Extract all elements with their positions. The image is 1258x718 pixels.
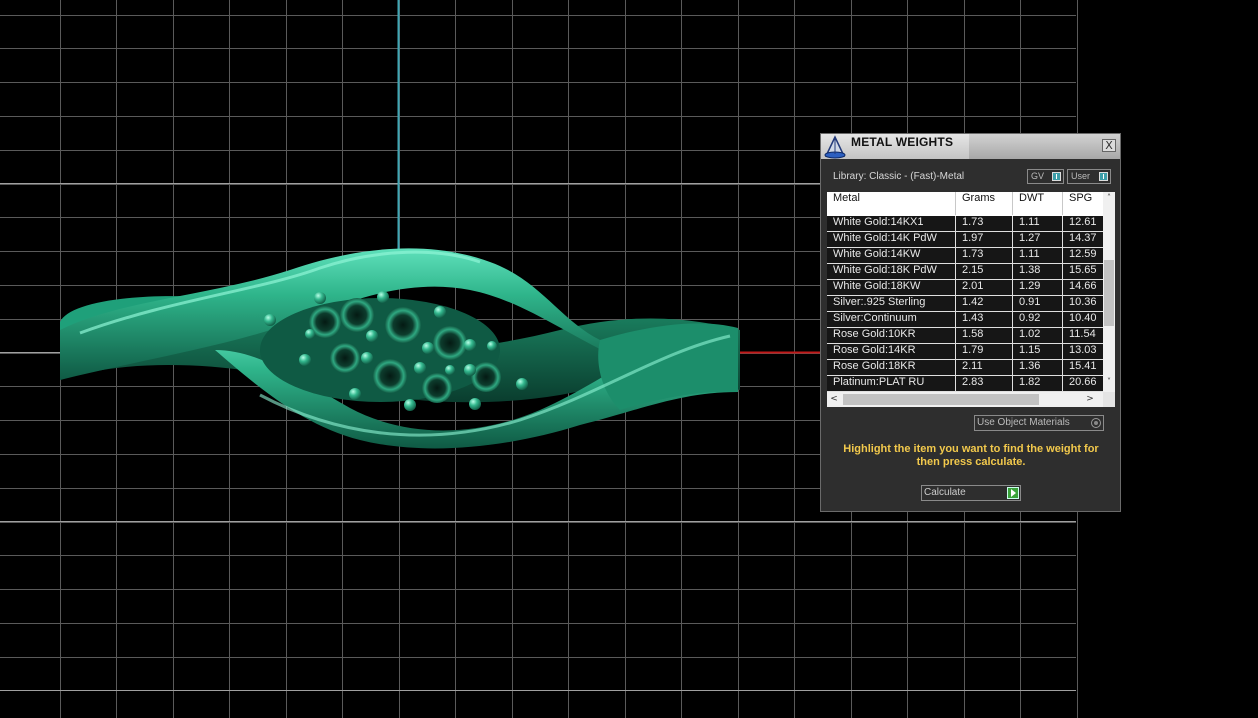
calculate-label: Calculate — [924, 487, 966, 498]
spg-cell: 12.59 — [1069, 248, 1097, 260]
spg-cell: 12.61 — [1069, 216, 1097, 228]
table-row[interactable]: White Gold:14K PdW 1.97 1.27 14.37 — [827, 232, 1103, 248]
table-row[interactable]: Rose Gold:10KR 1.58 1.02 11.54 — [827, 328, 1103, 344]
column-header-metal[interactable]: Metal — [827, 192, 956, 215]
table-body: White Gold:14KX1 1.73 1.11 12.61 White Gold:… — [827, 216, 1103, 392]
scrollbar-corner — [1103, 392, 1115, 407]
radio-icon[interactable] — [1091, 418, 1101, 428]
dwt-cell: 0.92 — [1013, 312, 1063, 327]
horizontal-scrollbar[interactable]: < > — [827, 392, 1103, 407]
spg-cell: 13.03 — [1069, 344, 1097, 356]
grams-cell: 1.73 — [956, 248, 1013, 263]
close-button[interactable]: X — [1102, 139, 1116, 152]
metal-cell: White Gold:14K PdW — [827, 232, 956, 247]
vertical-scroll-thumb[interactable] — [1104, 260, 1114, 326]
dwt-cell: 1.11 — [1013, 216, 1063, 231]
metal-cell: Rose Gold:10KR — [827, 328, 956, 343]
grams-cell: 1.97 — [956, 232, 1013, 247]
column-header-grams[interactable]: Grams — [956, 192, 1013, 215]
table-row[interactable]: White Gold:14KX1 1.73 1.11 12.61 — [827, 216, 1103, 232]
scroll-left-arrow-icon[interactable]: < — [827, 392, 841, 407]
grams-cell: 2.11 — [956, 360, 1013, 375]
gv-toggle-label: GV — [1031, 171, 1045, 181]
metal-cell: White Gold:14KX1 — [827, 216, 956, 231]
grams-cell: 1.79 — [956, 344, 1013, 359]
grams-cell: 1.58 — [956, 328, 1013, 343]
spg-cell: 14.66 — [1069, 280, 1097, 292]
horizontal-scroll-thumb[interactable] — [843, 394, 1039, 405]
dwt-cell: 1.36 — [1013, 360, 1063, 375]
spg-cell: 14.37 — [1069, 232, 1097, 244]
table-row[interactable]: Rose Gold:18KR 2.11 1.36 15.41 — [827, 360, 1103, 376]
spg-cell: 10.36 — [1069, 296, 1097, 308]
grams-cell: 1.42 — [956, 296, 1013, 311]
dwt-cell: 1.29 — [1013, 280, 1063, 295]
use-object-materials-label: Use Object Materials — [977, 417, 1070, 428]
metal-weights-dialog: METAL WEIGHTS X Library: Classic - (Fast… — [820, 133, 1121, 512]
metal-cell: White Gold:18KW — [827, 280, 956, 295]
metal-cell: White Gold:18K PdW — [827, 264, 956, 279]
dwt-cell: 1.82 — [1013, 376, 1063, 391]
dwt-cell: 1.02 — [1013, 328, 1063, 343]
grams-cell: 2.15 — [956, 264, 1013, 279]
play-arrow-icon — [1007, 487, 1019, 499]
table-header: Metal Grams DWT SPG — [827, 192, 1103, 215]
app-logo-icon — [824, 135, 846, 159]
spg-cell: 10.40 — [1069, 312, 1097, 324]
spg-cell: 11.54 — [1069, 328, 1096, 340]
table-row[interactable]: Rose Gold:14KR 1.79 1.15 13.03 — [827, 344, 1103, 360]
dwt-cell: 1.15 — [1013, 344, 1063, 359]
column-header-dwt[interactable]: DWT — [1013, 192, 1063, 215]
dwt-cell: 1.11 — [1013, 248, 1063, 263]
metal-cell: White Gold:14KW — [827, 248, 956, 263]
table-row[interactable]: Platinum:PLAT RU 2.83 1.82 20.66 — [827, 376, 1103, 392]
calculate-button[interactable]: Calculate — [921, 485, 1021, 501]
table-row[interactable]: Silver:.925 Sterling 1.42 0.91 10.36 — [827, 296, 1103, 312]
spg-cell: 15.41 — [1069, 360, 1097, 372]
grams-cell: 2.01 — [956, 280, 1013, 295]
dialog-titlebar[interactable]: METAL WEIGHTS X — [821, 134, 1120, 159]
dwt-cell: 1.38 — [1013, 264, 1063, 279]
metal-cell: Platinum:PLAT RU — [827, 376, 956, 391]
table-row[interactable]: White Gold:14KW 1.73 1.11 12.59 — [827, 248, 1103, 264]
vertical-scrollbar[interactable]: ˄ ˅ — [1103, 192, 1115, 392]
scroll-right-arrow-icon[interactable]: > — [1083, 392, 1097, 407]
scroll-up-arrow-icon[interactable]: ˄ — [1103, 192, 1115, 204]
grams-cell: 1.73 — [956, 216, 1013, 231]
table-row[interactable]: White Gold:18K PdW 2.15 1.38 15.65 — [827, 264, 1103, 280]
grams-cell: 1.43 — [956, 312, 1013, 327]
grams-cell: 2.83 — [956, 376, 1013, 391]
use-object-materials-option[interactable]: Use Object Materials — [974, 415, 1104, 431]
instruction-text: Highlight the item you want to find the … — [843, 443, 1099, 468]
metal-cell: Rose Gold:18KR — [827, 360, 956, 375]
user-toggle[interactable]: User — [1067, 169, 1111, 184]
user-toggle-label: User — [1071, 171, 1091, 181]
spg-cell: 20.66 — [1069, 376, 1097, 388]
dwt-cell: 0.91 — [1013, 296, 1063, 311]
metal-cell: Silver:.925 Sterling — [827, 296, 956, 311]
library-label: Library: Classic - (Fast)-Metal — [833, 171, 965, 182]
metal-cell: Rose Gold:14KR — [827, 344, 956, 359]
table-row[interactable]: Silver:Continuum 1.43 0.92 10.40 — [827, 312, 1103, 328]
dwt-cell: 1.27 — [1013, 232, 1063, 247]
scroll-down-arrow-icon[interactable]: ˅ — [1103, 376, 1115, 388]
table-row[interactable]: White Gold:18KW 2.01 1.29 14.66 — [827, 280, 1103, 296]
spg-cell: 15.65 — [1069, 264, 1097, 276]
gv-toggle[interactable]: GV — [1027, 169, 1064, 184]
user-toggle-switch-icon — [1099, 172, 1108, 181]
metal-table: Metal Grams DWT SPG White Gold:14KX1 1.73… — [827, 192, 1115, 407]
column-header-spg[interactable]: SPG — [1063, 192, 1103, 215]
dialog-title: METAL WEIGHTS — [851, 135, 954, 149]
gv-toggle-switch-icon — [1052, 172, 1061, 181]
metal-cell: Silver:Continuum — [827, 312, 956, 327]
